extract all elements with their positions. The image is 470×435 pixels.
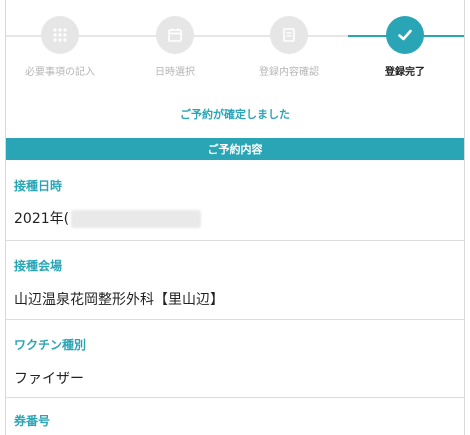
field-label: ワクチン種別 [14, 338, 87, 352]
step-label: 必要事項の記入 [25, 67, 95, 78]
step-date-select: 日時選択 [115, 16, 235, 78]
field-label: 接種日時 [14, 179, 63, 193]
check-icon [398, 29, 412, 41]
calendar-icon [168, 28, 182, 42]
step-circle [270, 16, 308, 54]
field-value: 2021年( [14, 208, 202, 228]
step-confirm-details: 登録内容確認 [229, 16, 349, 78]
grid-icon [53, 28, 67, 42]
progress-stepper: 必要事項の記入 日時選択 登録内容確認 登録完了 [0, 0, 470, 92]
step-label: 登録内容確認 [259, 67, 319, 78]
step-required-info: 必要事項の記入 [0, 16, 120, 78]
field-value: ファイザー [14, 371, 84, 387]
step-label: 登録完了 [385, 67, 425, 78]
step-circle [156, 16, 194, 54]
step-circle [41, 16, 79, 54]
reservation-complete-page: 必要事項の記入 日時選択 登録内容確認 登録完了 ご予約が確定しました ご予約内… [0, 0, 470, 435]
document-icon [283, 28, 295, 42]
redacted-area [71, 210, 202, 228]
confirmation-message: ご予約が確定しました [180, 108, 290, 121]
field-label: 券番号 [14, 414, 51, 428]
divider [6, 319, 464, 320]
datetime-text: 2021年( [14, 211, 70, 227]
section-header: ご予約内容 [6, 138, 464, 160]
step-registration-complete: 登録完了 [345, 16, 465, 78]
step-label: 日時選択 [155, 67, 195, 78]
step-circle [386, 16, 424, 54]
divider [6, 397, 464, 398]
field-value: 山辺温泉花岡整形外科【里山辺】 [14, 292, 224, 308]
field-label: 接種会場 [14, 259, 63, 273]
divider [6, 240, 464, 241]
